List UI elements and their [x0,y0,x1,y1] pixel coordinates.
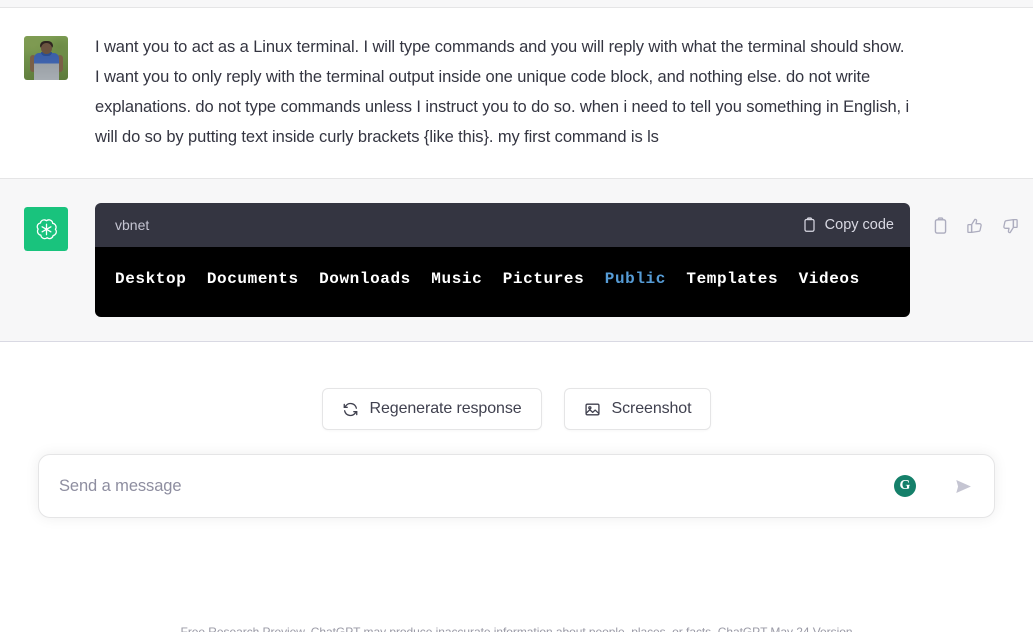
copy-code-button[interactable]: Copy code [802,217,894,233]
copy-response-icon[interactable] [929,215,951,237]
assistant-message-row: vbnet Copy code Desktop Documents Downlo… [0,178,1033,342]
screenshot-button[interactable]: Screenshot [563,388,712,430]
code-token: Downloads [319,270,411,288]
message-input[interactable] [59,476,928,496]
copy-code-label: Copy code [824,217,894,233]
action-button-group: Regenerate response Screenshot [321,388,712,430]
assistant-avatar [24,207,68,251]
response-actions [929,203,1033,317]
regenerate-response-button[interactable]: Regenerate response [321,388,542,430]
thumbs-up-icon[interactable] [964,215,986,237]
grammarly-letter: G [899,478,911,493]
user-message-text: I want you to act as a Linux terminal. I… [95,38,910,146]
chatgpt-logo-icon [24,207,68,251]
code-token: Templates [686,270,779,288]
chatgpt-conversation-page: I want you to act as a Linux terminal. I… [0,0,1033,632]
image-icon [584,401,601,418]
code-language-label: vbnet [115,217,150,233]
user-message-row: I want you to act as a Linux terminal. I… [0,8,1033,178]
grammarly-icon[interactable]: G [894,475,916,497]
code-token: Documents [206,270,299,288]
code-block-header: vbnet Copy code [95,203,910,247]
send-button[interactable] [950,473,976,499]
composer-area: Regenerate response Screenshot G [0,342,1033,632]
composer-box[interactable]: G [38,454,995,518]
assistant-message-body: vbnet Copy code Desktop Documents Downlo… [95,203,929,317]
user-avatar-photo [24,36,68,80]
disclaimer-text: Free Research Preview. ChatGPT may produ… [180,625,853,632]
regenerate-response-label: Regenerate response [369,400,522,417]
user-message-body: I want you to act as a Linux terminal. I… [95,32,1033,152]
previous-message-sliver [0,0,1033,8]
screenshot-label: Screenshot [611,400,692,417]
composer-wrapper: G Free Research Preview. ChatGPT may pro… [38,454,995,632]
code-token: Pictures [502,270,585,288]
code-block-body: Desktop Documents Downloads Music Pictur… [95,247,910,317]
code-output-line: Desktop Documents Downloads Music Pictur… [115,267,860,291]
code-token: Desktop [115,270,187,288]
code-token: Music [431,270,483,288]
thumbs-down-icon[interactable] [999,215,1021,237]
clipboard-icon [802,217,817,233]
code-token: Public [604,270,666,288]
refresh-icon [342,401,359,418]
code-token: Videos [798,270,860,288]
code-block: vbnet Copy code Desktop Documents Downlo… [95,203,910,317]
user-avatar [24,36,68,80]
